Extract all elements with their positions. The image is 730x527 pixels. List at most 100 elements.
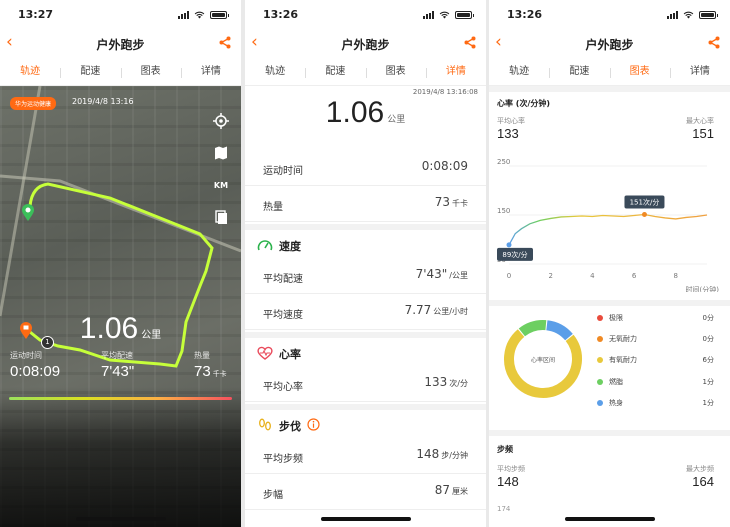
status-bar: 13:27 xyxy=(0,0,241,28)
row-label: 平均心率 xyxy=(263,382,303,393)
heart-rate-chart[interactable]: 5015025002468时间(分钟)151次/分89次/分 xyxy=(489,152,730,292)
page-title: 户外跑步 xyxy=(585,38,634,52)
tab-pace[interactable]: 配速 xyxy=(60,60,120,85)
avg-cadence-value: 148 xyxy=(497,474,519,489)
tab-track[interactable]: 轨迹 xyxy=(489,60,549,85)
row-unit: 千卡 xyxy=(452,199,468,208)
tab-details[interactable]: 详情 xyxy=(669,60,730,85)
tab-details[interactable]: 详情 xyxy=(425,60,486,85)
heart-rate-icon xyxy=(257,346,273,360)
stat-duration: 运动时间 0:08:09 xyxy=(10,350,60,380)
max-hr-label: 最大心率 xyxy=(686,117,714,125)
satellite-map[interactable]: 1 华为运动健康 2019/4/8 13:16 KM xyxy=(0,86,241,527)
status-bar: 13:26 xyxy=(489,0,730,28)
section-heart-rate: 心率 xyxy=(245,332,486,364)
legend-dot xyxy=(597,379,603,385)
signal-icon xyxy=(423,11,434,19)
section-divider xyxy=(489,430,730,436)
max-cadence-label: 最大步频 xyxy=(686,465,714,473)
share-icon[interactable] xyxy=(219,36,231,49)
tab-pace[interactable]: 配速 xyxy=(549,60,609,85)
legend-dot xyxy=(597,357,603,363)
section-steps: 步伐 xyxy=(245,404,486,436)
distance-display: 1.06 公里 xyxy=(0,312,241,346)
legend-item-limit: 极限 0分 xyxy=(597,312,714,326)
max-heart-rate: 最大心率 151 xyxy=(686,116,714,141)
share-icon[interactable] xyxy=(464,36,476,49)
stat-calories: 热量 73 千卡 xyxy=(194,350,227,380)
tab-track[interactable]: 轨迹 xyxy=(245,60,305,85)
avg-hr-value: 133 xyxy=(497,126,519,141)
donut-slice-3[interactable] xyxy=(518,320,547,337)
row-value: 133 次/分 xyxy=(424,375,468,389)
info-icon[interactable] xyxy=(307,418,320,431)
row-avg-heart-rate: 平均心率 133 次/分 xyxy=(245,366,486,402)
donut-slice-4[interactable] xyxy=(546,320,573,341)
row-value: 73 千卡 xyxy=(435,195,468,209)
cadence-axis-tick: 174 xyxy=(497,505,511,513)
section-title: 步伐 xyxy=(279,420,301,433)
legend-value: 1分 xyxy=(702,399,714,407)
legend-item-warmup: 热身 1分 xyxy=(597,397,714,411)
tab-charts[interactable]: 图表 xyxy=(120,60,181,85)
legend-name: 极限 xyxy=(609,314,623,322)
row-label: 步幅 xyxy=(263,490,283,501)
min-hr-tooltip-text: 89次/分 xyxy=(502,250,527,259)
stat-value: 7'43" xyxy=(101,363,134,380)
tab-pace[interactable]: 配速 xyxy=(305,60,365,85)
start-pin-icon[interactable] xyxy=(21,204,35,222)
row-avg-pace: 平均配速 7'43"/公里 xyxy=(245,258,486,294)
row-unit: 公里/小时 xyxy=(433,307,468,316)
x-tick-label: 0 xyxy=(507,272,511,280)
stat-value: 0:08:09 xyxy=(10,363,60,380)
stat-label: 平均配速 xyxy=(101,351,133,360)
locate-icon[interactable] xyxy=(211,111,231,131)
tab-details[interactable]: 详情 xyxy=(180,60,241,85)
row-number: 7.77 xyxy=(404,303,432,317)
tab-charts[interactable]: 图表 xyxy=(365,60,426,85)
section-title: 速度 xyxy=(279,240,301,253)
home-indicator[interactable] xyxy=(564,517,655,521)
max-cadence-value: 164 xyxy=(692,474,714,489)
wifi-icon xyxy=(194,11,205,19)
speedometer-icon xyxy=(257,240,273,251)
tab-bar: 轨迹 配速 图表 详情 xyxy=(245,60,486,86)
avg-cadence-label: 平均步频 xyxy=(497,465,525,473)
signal-icon xyxy=(178,11,189,19)
stat-number: 0:08:09 xyxy=(10,363,61,380)
heart-rate-series-line xyxy=(508,213,708,246)
tab-bar: 轨迹 配速 图表 详情 xyxy=(0,60,241,86)
page-title: 户外跑步 xyxy=(341,38,390,52)
row-avg-speed: 平均速度 7.77 公里/小时 xyxy=(245,294,486,330)
row-duration: 运动时间 0:08:09 xyxy=(245,150,486,186)
x-tick-label: 4 xyxy=(590,272,595,280)
nav-bar: ‹ 户外跑步 xyxy=(489,28,730,58)
stat-number: 73 xyxy=(194,363,211,380)
row-value: 87 厘米 xyxy=(435,483,468,497)
layers-icon[interactable] xyxy=(211,207,231,227)
x-axis-label: 时间(分钟) xyxy=(686,285,720,292)
legend-item-anaerobic: 无氧耐力 0分 xyxy=(597,333,714,347)
stat-pace: 平均配速 7'43" xyxy=(101,350,134,380)
distance-unit: 公里 xyxy=(141,330,162,341)
battery-icon xyxy=(455,11,474,19)
share-icon[interactable] xyxy=(708,36,720,49)
distance-unit: 公里 xyxy=(387,115,406,125)
legend-dot xyxy=(597,315,603,321)
stats-overlay xyxy=(0,387,241,527)
pace-color-bar xyxy=(9,397,232,400)
tab-track[interactable]: 轨迹 xyxy=(0,60,60,85)
map-type-icon[interactable] xyxy=(211,143,231,163)
row-unit: 厘米 xyxy=(452,487,468,496)
legend-name: 热身 xyxy=(609,399,623,407)
section-divider xyxy=(489,300,730,306)
page-title: 户外跑步 xyxy=(96,38,145,52)
stat-label: 运动时间 xyxy=(10,351,42,360)
tab-charts[interactable]: 图表 xyxy=(609,60,670,85)
record-date: 2019/4/8 13:16:08 xyxy=(412,88,478,96)
max-hr-tooltip-text: 151次/分 xyxy=(630,198,660,207)
summary-stats: 运动时间 0:08:09 平均配速 7'43" 热量 73 千卡 xyxy=(0,350,241,390)
unit-toggle-button[interactable]: KM xyxy=(211,176,231,196)
home-indicator[interactable] xyxy=(75,517,166,521)
home-indicator[interactable] xyxy=(320,517,411,521)
